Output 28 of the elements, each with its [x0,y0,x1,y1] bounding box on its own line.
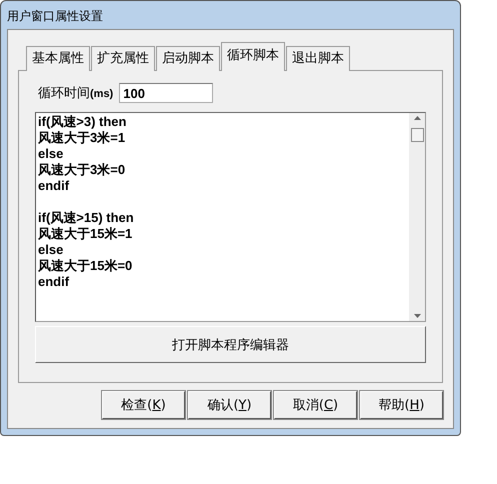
script-line: endif [38,178,70,194]
tab[interactable]: 基本属性 [26,46,90,71]
dialog-button[interactable]: 确认(Y) [188,391,271,419]
script-line: endif [38,274,70,290]
interval-field[interactable]: 100 [119,83,214,103]
dialog-button[interactable]: 检查(K) [102,391,185,419]
dialog-button[interactable]: 取消(C) [274,391,357,419]
scroll-down-icon[interactable] [414,314,420,318]
script-line: if(风速>3) then [38,114,128,130]
script-line: 风速大于15米=1 [38,226,134,242]
script-line: else [38,242,64,258]
window-title: 用户窗口属性设置 [6,8,104,25]
scroll-up-icon[interactable] [414,116,420,120]
scroll-thumb[interactable] [410,128,424,142]
interval-label: 循环时间(ms) [38,85,114,102]
script-editor[interactable]: if(风速>3) then 风速大于3米=1 else 风速大于3米=0 endif if(风速>15) then 风速大于15米=1 else 风速大于15米=0 endif [35,112,426,322]
scrollbar[interactable] [409,113,425,321]
script-line: 风速大于3米=1 [38,130,126,146]
tab[interactable]: 循环脚本 [221,42,285,71]
open-editor-button[interactable]: 打开脚本程序编辑器 [35,326,426,363]
script-line: 风速大于3米=0 [38,162,126,178]
tab[interactable]: 扩充属性 [91,46,155,71]
script-line: if(风速>15) then [38,210,135,226]
script-line: 风速大于15米=0 [38,258,134,274]
tab[interactable]: 启动脚本 [156,46,220,71]
tab[interactable]: 退出脚本 [286,46,350,71]
dialog-button[interactable]: 帮助(H) [360,391,443,419]
script-line: else [38,146,64,162]
